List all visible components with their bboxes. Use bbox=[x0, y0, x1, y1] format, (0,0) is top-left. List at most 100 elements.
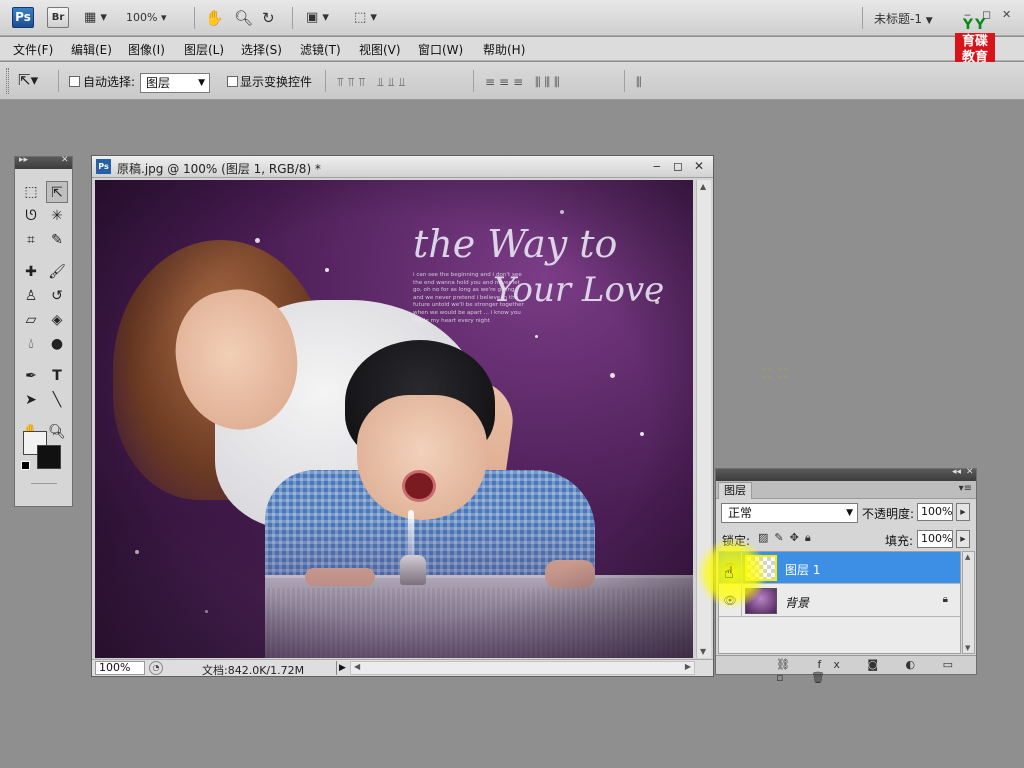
fill-label: 填充: bbox=[885, 534, 914, 548]
zoom-tool-icon[interactable]: 🔍︎ bbox=[234, 9, 253, 27]
separator bbox=[473, 70, 474, 92]
layer-actions-icon[interactable]: ⛓ fx ◙ ◐ ▭ ▫ 🗑︎ bbox=[776, 658, 976, 684]
path-selection-tool-icon[interactable]: ➤ bbox=[20, 389, 42, 411]
brush-tool-icon[interactable]: 🖌︎ bbox=[46, 261, 68, 283]
menu-view[interactable]: 视图(V) bbox=[359, 41, 401, 58]
move-tool-icon[interactable]: ⇱ bbox=[46, 181, 68, 203]
document-size: 文档:842.0K/1.72M bbox=[202, 664, 305, 677]
separator bbox=[194, 7, 195, 29]
menu-layer[interactable]: 图层(L) bbox=[184, 41, 224, 58]
tools-panel: ▸▸ ✕ ⬚ ⇱ ᘎ ✳ ⌗ ✎ ✚ 🖌︎ ♙ ↺ ▱ ◈ 💧︎ ● ✒ T ➤ … bbox=[14, 155, 73, 507]
auto-align-icon[interactable]: ⫼ bbox=[636, 75, 646, 90]
zoom-field[interactable]: 100% bbox=[95, 661, 145, 675]
show-transform-label: 显示变换控件 bbox=[240, 75, 313, 89]
separator bbox=[862, 7, 863, 29]
lasso-tool-icon[interactable]: ᘎ bbox=[20, 205, 42, 227]
distribute-buttons-icon[interactable]: ≡≡≡ ⫼⫼⫼ bbox=[485, 75, 564, 90]
horizontal-scrollbar[interactable]: ◀ ▶ bbox=[350, 661, 695, 675]
default-colors-icon[interactable] bbox=[21, 461, 30, 470]
menu-help[interactable]: 帮助(H) bbox=[483, 41, 525, 58]
scroll-down-icon: ▼ bbox=[700, 647, 707, 656]
hand-cursor-icon: ☝ bbox=[724, 563, 734, 582]
doc-minimize-icon[interactable]: ‒ bbox=[653, 159, 661, 173]
background-color-swatch[interactable] bbox=[37, 445, 61, 469]
auto-select-dropdown[interactable]: 图层 ▼ bbox=[140, 73, 210, 93]
menu-window[interactable]: 窗口(W) bbox=[418, 41, 463, 58]
quick-mask-divider bbox=[31, 483, 57, 484]
paint-bucket-tool-icon[interactable]: ◈ bbox=[46, 309, 68, 331]
opacity-field[interactable]: 100% bbox=[917, 503, 953, 521]
hand-tool-icon[interactable]: ✋ bbox=[205, 9, 224, 27]
magic-wand-tool-icon[interactable]: ✳ bbox=[46, 205, 68, 227]
opacity-label: 不透明度: bbox=[862, 507, 915, 521]
menu-edit[interactable]: 编辑(E) bbox=[71, 41, 112, 58]
line-tool-icon[interactable]: ╲ bbox=[46, 389, 68, 411]
poem-text: i can see the beginning and i don't see … bbox=[413, 272, 524, 324]
arrange-documents-icon[interactable]: ▣ ▾ bbox=[306, 9, 329, 27]
eraser-tool-icon[interactable]: ▱ bbox=[20, 309, 42, 331]
menu-filter[interactable]: 滤镜(T) bbox=[300, 41, 341, 58]
scroll-up-icon: ▲ bbox=[700, 182, 707, 191]
zoom-level-select[interactable]: 100% ▾ bbox=[126, 9, 184, 27]
scroll-left-icon: ◀ bbox=[354, 662, 361, 671]
lock-icon: 🔒︎ bbox=[942, 594, 948, 605]
script-title-line1: the Way to bbox=[413, 222, 618, 266]
show-transform-checkbox[interactable] bbox=[227, 76, 238, 87]
photoshop-logo: Ps bbox=[12, 7, 34, 28]
clone-stamp-tool-icon[interactable]: ♙ bbox=[20, 285, 42, 307]
screen-mode-icon[interactable]: ⬚ ▾ bbox=[354, 9, 377, 27]
application-bar: Ps Br ▦ ▾ 100% ▾ ✋ 🔍︎ ↻ ▣ ▾ ⬚ ▾ 未标题-1 ▼ … bbox=[0, 0, 1024, 36]
separator bbox=[325, 70, 326, 92]
stray-marks: -- -- -- -- bbox=[762, 364, 790, 383]
panel-menu-icon[interactable]: ▾≡ bbox=[959, 483, 972, 494]
doc-maximize-icon[interactable]: ◻ bbox=[673, 159, 683, 173]
image-canvas[interactable]: the Way to Your Love i can see the begin… bbox=[95, 180, 693, 658]
layers-scrollbar[interactable]: ▲ ▼ bbox=[962, 551, 975, 654]
blend-mode-select[interactable]: 正常 ▼ bbox=[721, 503, 858, 523]
layers-footer: ⛓ fx ◙ ◐ ▭ ▫ 🗑︎ bbox=[716, 655, 976, 684]
menu-file[interactable]: 文件(F) bbox=[13, 41, 53, 58]
bridge-button[interactable]: Br bbox=[47, 7, 69, 28]
auto-select-label: 自动选择: bbox=[83, 75, 136, 89]
pen-tool-icon[interactable]: ✒ bbox=[20, 365, 42, 387]
tab-layers[interactable]: 图层 bbox=[718, 482, 752, 499]
workspace-title[interactable]: 未标题-1 ▼ bbox=[874, 10, 933, 27]
move-tool-icon[interactable]: ⇱▾ bbox=[18, 71, 38, 89]
layer-name: 图层 1 bbox=[785, 563, 821, 577]
status-arrow-icon[interactable]: ▶ bbox=[336, 661, 348, 675]
layers-panel-header[interactable]: ◂◂ ✕ bbox=[716, 467, 976, 481]
document-title: 原稿.jpg @ 100% (图层 1, RGB/8) * bbox=[117, 162, 321, 176]
doc-close-icon[interactable]: ✕ bbox=[694, 159, 704, 173]
rotate-view-icon[interactable]: ↻ bbox=[262, 9, 275, 27]
ps-document-icon: Ps bbox=[96, 159, 111, 174]
tools-panel-header[interactable]: ▸▸ ✕ bbox=[15, 155, 72, 169]
opacity-slider-button[interactable]: ▶ bbox=[956, 503, 970, 521]
menu-image[interactable]: 图像(I) bbox=[128, 41, 165, 58]
view-extras-button[interactable]: ▦ ▾ bbox=[84, 9, 107, 27]
dodge-tool-icon[interactable]: ● bbox=[46, 333, 68, 355]
options-bar: ⇱▾ 自动选择: 图层 ▼ 显示变换控件 ⫪⫪⫪ ⫫⫫⫫ ≡≡≡ ⫼⫼⫼ ⫼ bbox=[0, 62, 1024, 100]
auto-select-checkbox[interactable] bbox=[69, 76, 80, 87]
healing-brush-tool-icon[interactable]: ✚ bbox=[20, 261, 42, 283]
swap-colors-icon[interactable]: ⤾ bbox=[53, 427, 61, 438]
marquee-tool-icon[interactable]: ⬚ bbox=[20, 181, 42, 203]
history-brush-tool-icon[interactable]: ↺ bbox=[46, 285, 68, 307]
lock-options-icon[interactable]: ▨✎✥🔒︎ bbox=[758, 531, 817, 545]
crop-tool-icon[interactable]: ⌗ bbox=[20, 229, 42, 251]
menu-select[interactable]: 选择(S) bbox=[241, 41, 282, 58]
menu-bar: 文件(F) 编辑(E) 图像(I) 图层(L) 选择(S) 滤镜(T) 视图(V… bbox=[0, 37, 1024, 61]
scroll-right-icon: ▶ bbox=[684, 662, 691, 671]
type-tool-icon[interactable]: T bbox=[46, 365, 68, 387]
status-menu-icon[interactable]: ◔ bbox=[149, 661, 163, 675]
fill-field[interactable]: 100% bbox=[917, 530, 953, 548]
fill-slider-button[interactable]: ▶ bbox=[956, 530, 970, 548]
document-window: Ps 原稿.jpg @ 100% (图层 1, RGB/8) * ‒ ◻ ✕ t… bbox=[91, 155, 714, 677]
blur-tool-icon[interactable]: 💧︎ bbox=[20, 333, 42, 355]
eyedropper-tool-icon[interactable]: ✎ bbox=[46, 229, 68, 251]
document-title-bar[interactable]: Ps 原稿.jpg @ 100% (图层 1, RGB/8) * ‒ ◻ ✕ bbox=[92, 156, 713, 178]
close-icon[interactable]: ✕ bbox=[1002, 8, 1011, 21]
watermark-logo: YY 育碟 教育 bbox=[955, 18, 995, 66]
options-grip[interactable] bbox=[6, 68, 9, 94]
align-buttons-icon[interactable]: ⫪⫪⫪ ⫫⫫⫫ bbox=[337, 75, 409, 90]
status-bar: 100% ◔ 文档:842.0K/1.72M ▶ ◀ ▶ bbox=[92, 659, 713, 677]
